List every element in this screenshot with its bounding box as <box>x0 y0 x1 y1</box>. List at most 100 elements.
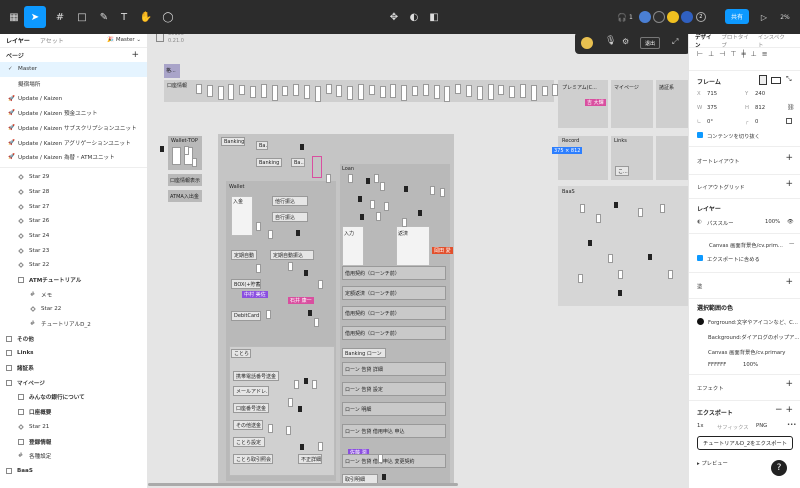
component-icon[interactable]: ✥ <box>384 6 404 28</box>
export-options-icon[interactable]: ••• <box>787 422 796 428</box>
layer-item[interactable]: # 各種設定 <box>0 449 147 464</box>
layer-item[interactable]: Star 23 <box>0 243 147 258</box>
page-item[interactable]: 🚀 Update / Kaizen アグリゲーションユニット <box>0 135 147 150</box>
kotora-settings-button[interactable]: ことら設定 <box>233 437 265 447</box>
teiki-button[interactable]: 定期自動 <box>231 250 257 260</box>
screen-thumb[interactable] <box>578 274 583 283</box>
loan-apply-button[interactable]: ローン 告貸 借用申込 申込 <box>342 424 446 438</box>
screen-thumb[interactable] <box>260 84 267 98</box>
kotora-account-button[interactable]: 口座番号送金 <box>233 403 269 413</box>
layer-item[interactable]: Star 28 <box>0 185 147 200</box>
align-right-icon[interactable]: ⊣ <box>719 50 730 58</box>
screen-thumb[interactable] <box>370 200 375 209</box>
layer-item[interactable]: 口座概要 <box>0 405 147 420</box>
align-left-icon[interactable]: ⊢ <box>697 50 708 58</box>
mic-muted-icon[interactable]: 🎙 <box>605 36 616 46</box>
page-item[interactable]: 🚀 Update / Kaizen <box>0 91 147 106</box>
debit-button[interactable]: DebitCard <box>231 311 261 321</box>
visibility-icon[interactable]: 👁 <box>787 219 794 225</box>
screen-thumb[interactable] <box>304 85 310 99</box>
layer-item[interactable]: 登録情報 <box>0 434 147 449</box>
tagyou-button[interactable]: 他行振込 <box>272 196 308 206</box>
screen-thumb[interactable] <box>638 208 643 217</box>
avatar[interactable] <box>638 11 651 23</box>
screen-thumb[interactable] <box>192 158 197 167</box>
screen-thumb[interactable] <box>404 186 408 192</box>
layer-item[interactable]: 諸証系 <box>0 361 147 376</box>
screen-thumb[interactable] <box>271 85 278 101</box>
h-input[interactable]: 812 <box>755 105 765 111</box>
add-effect-icon[interactable]: + <box>785 379 793 389</box>
screen-thumb[interactable] <box>308 310 312 316</box>
avatar[interactable] <box>680 11 693 23</box>
layer-item[interactable]: Star 26 <box>0 214 147 229</box>
export-suffix-input[interactable]: サフィックス <box>717 423 749 431</box>
screen-thumb[interactable] <box>304 378 308 384</box>
add-fill-icon[interactable]: + <box>785 277 793 287</box>
screen-thumb[interactable] <box>293 84 300 96</box>
settings-icon[interactable]: ⚙ <box>622 37 629 46</box>
screen-thumb[interactable] <box>418 210 422 216</box>
screen-thumb[interactable] <box>618 270 623 279</box>
screen-thumb[interactable] <box>304 270 308 276</box>
zoom-level[interactable]: 2% <box>774 6 796 28</box>
screen-thumb[interactable] <box>286 426 291 435</box>
screen-thumb[interactable] <box>288 262 293 271</box>
screen-thumb[interactable] <box>312 380 317 389</box>
w-input[interactable]: 375 <box>707 105 717 111</box>
tab-design[interactable]: デザイン <box>695 33 715 49</box>
banking-loan-button[interactable]: Banking ローン <box>342 348 386 358</box>
screen-thumb[interactable] <box>384 202 389 211</box>
screen-thumb[interactable] <box>160 146 164 152</box>
screen-thumb[interactable] <box>184 146 189 155</box>
screen-thumb[interactable] <box>433 85 440 99</box>
screen-thumb[interactable] <box>256 264 261 273</box>
help-button[interactable]: ? <box>771 460 787 476</box>
screen-thumb[interactable] <box>228 84 235 100</box>
page-item[interactable]: 🚀 Update / Kaizen 為替・ATMユニット <box>0 150 147 165</box>
screen-thumb[interactable] <box>520 84 526 98</box>
selection-color-item[interactable]: Canvas 画面背景色/cv.primary <box>708 348 785 356</box>
loan-repay-button[interactable]: 定額返済（ローンチ前） <box>342 286 446 300</box>
ba-button[interactable]: Ba... <box>291 158 305 167</box>
screen-thumb[interactable] <box>296 230 300 236</box>
screen-thumb[interactable] <box>336 85 343 97</box>
screen-thumb[interactable] <box>618 290 622 296</box>
clip-checkbox[interactable] <box>697 132 703 138</box>
screen-thumb[interactable] <box>266 310 271 319</box>
screen-thumb[interactable] <box>314 86 321 102</box>
screen-thumb[interactable] <box>360 214 364 220</box>
screen-thumb[interactable] <box>378 454 383 463</box>
screen-thumb[interactable] <box>294 380 299 389</box>
detach-icon[interactable]: — <box>789 241 794 247</box>
screen-thumb[interactable] <box>347 86 354 100</box>
screen-thumb[interactable] <box>250 86 256 98</box>
kotora-button[interactable]: ことら <box>231 349 251 358</box>
screen-thumb[interactable] <box>466 85 472 97</box>
screen-thumb[interactable] <box>358 196 362 202</box>
selection-color-item[interactable]: Background:ダイアログのポップア... <box>708 333 799 341</box>
screen-thumb[interactable] <box>660 204 665 213</box>
screen-thumb[interactable] <box>455 84 462 94</box>
tab-assets[interactable]: アセット <box>40 36 64 45</box>
screen-thumb[interactable] <box>390 84 397 98</box>
banking-button[interactable]: Banking <box>221 137 245 146</box>
layer-item[interactable]: # メモ <box>0 287 147 302</box>
layer-item[interactable]: # チュートリアルD_2 <box>0 317 147 332</box>
screen-thumb[interactable] <box>509 86 516 98</box>
opacity-input[interactable]: 100% <box>765 219 780 225</box>
page-item[interactable]: ✓ Master <box>0 62 147 77</box>
main-menu-icon[interactable]: ▦ <box>4 6 24 28</box>
y-input[interactable]: 240 <box>755 91 765 97</box>
resize-icon[interactable]: ⤡ <box>786 75 792 84</box>
selection-color-item[interactable]: Forground:文字やアイコンなど、C... <box>708 318 798 326</box>
pen-tool-icon[interactable]: ✎ <box>94 6 114 28</box>
tab-layers[interactable]: レイヤー <box>6 36 30 45</box>
screen-thumb[interactable] <box>196 84 202 94</box>
layer-item[interactable]: Star 24 <box>0 229 147 244</box>
screen-thumb[interactable] <box>541 86 548 96</box>
misc-frame[interactable] <box>656 136 688 180</box>
layer-item[interactable]: Links <box>0 346 147 361</box>
screen-thumb[interactable] <box>530 85 537 101</box>
comment-tool-icon[interactable]: ◯ <box>158 6 178 28</box>
